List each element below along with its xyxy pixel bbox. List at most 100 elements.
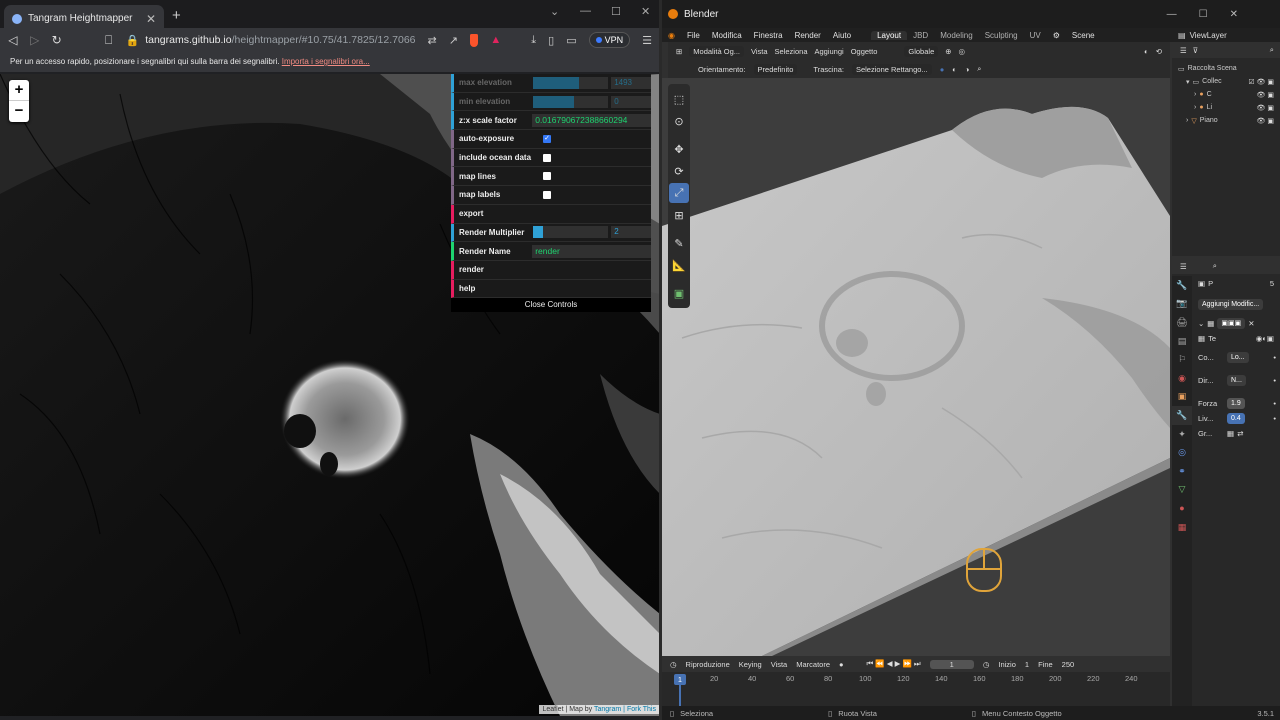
record-icon[interactable]: ● (839, 660, 844, 669)
mode-dropdown[interactable]: Modalità Og... (689, 45, 744, 57)
annotate-tool-icon[interactable]: ✎ (669, 233, 689, 253)
outliner-item-plane[interactable]: › ▽ Piano 👁 ▣ (1172, 114, 1280, 127)
address-bar[interactable]: 🔒 tangrams.github.io/heightmapper/#10.75… (126, 30, 416, 50)
import-bookmarks-link[interactable]: Importa i segnalibri ora... (282, 57, 370, 66)
shading-rendered-icon[interactable]: ◑ (965, 65, 970, 74)
forward-icon[interactable]: ▷ (30, 33, 40, 47)
ocean-checkbox[interactable] (543, 153, 551, 162)
view-menu[interactable]: Vista (751, 47, 768, 56)
expand-icon[interactable]: ▾ (1186, 78, 1190, 86)
export-button[interactable]: export (451, 204, 651, 224)
map-labels-checkbox[interactable] (543, 190, 551, 199)
menu-render[interactable]: Render (789, 31, 827, 40)
outliner-item-light[interactable]: › ● Li 👁 ▣ (1172, 101, 1280, 114)
scale-tool-icon[interactable]: ⤢ (669, 183, 689, 203)
reload-icon[interactable]: ↻ (52, 33, 62, 47)
workspace-tab-modeling[interactable]: Modeling (934, 31, 978, 40)
visibility-eye-icon[interactable]: ☑ 👁 ▣ (1248, 78, 1274, 86)
expand-icon[interactable]: › (1194, 91, 1196, 98)
close-window-icon[interactable]: ✕ (641, 5, 650, 18)
blender-window-controls-icon[interactable]: —☐✕ (1167, 9, 1260, 20)
render-tab-icon[interactable]: 📷 (1172, 295, 1192, 314)
add-menu[interactable]: Aggiungi (815, 47, 844, 56)
wallet-icon[interactable]: ▭ (566, 34, 576, 47)
cursor-tool-icon[interactable]: ⊙ (669, 111, 689, 131)
outliner-search-icon[interactable]: ⌕ (1270, 45, 1274, 55)
zoom-in-button[interactable]: + (9, 80, 29, 101)
shading-material-icon[interactable]: ◐ (952, 65, 957, 74)
viewlayer-selector[interactable]: ▤ ViewLayer (1172, 28, 1280, 42)
scene-name[interactable]: Scene (1066, 31, 1101, 40)
render-name-input[interactable]: render (532, 244, 651, 258)
share-icon[interactable]: ↗ (449, 34, 458, 47)
bookmark-icon[interactable]: ⎕ (104, 33, 114, 48)
vertex-group-invert-icon[interactable]: ⇄ (1237, 429, 1243, 438)
editor-type-icon[interactable]: ⊞ (676, 47, 682, 56)
direction-anim-icon[interactable]: • (1273, 376, 1276, 385)
select-menu[interactable]: Seleziona (775, 47, 808, 56)
render-multiplier-input[interactable]: 2 (611, 226, 651, 239)
timeline-view-menu[interactable]: Vista (771, 660, 788, 669)
attribution-link[interactable]: Tangram | Fork This (594, 706, 656, 713)
outliner-filter-icon[interactable]: ⊽ (1193, 46, 1199, 55)
modifier-toggle-icons[interactable]: ◉◐▣ (1256, 334, 1274, 343)
overlay-icon[interactable]: ◐ (1144, 47, 1149, 56)
strength-field[interactable]: 1.9 (1227, 398, 1245, 409)
tab-search-icon[interactable]: ⌄ (550, 5, 559, 18)
coords-anim-icon[interactable]: • (1273, 353, 1276, 362)
end-frame-field[interactable]: 250 (1062, 660, 1075, 669)
help-button[interactable]: help (451, 279, 651, 299)
workspace-tab-layout[interactable]: Layout (871, 30, 908, 40)
new-tab-icon[interactable]: + (172, 7, 181, 24)
midlevel-field[interactable]: 0.4 (1227, 413, 1245, 424)
properties-type-icon[interactable]: ☰ (1180, 262, 1187, 271)
minimize-icon[interactable]: — (580, 5, 591, 17)
strength-anim-icon[interactable]: • (1273, 399, 1276, 408)
midlevel-anim-icon[interactable]: • (1273, 414, 1276, 423)
texture-tab-icon[interactable]: ▦ (1172, 518, 1192, 537)
select-box-tool-icon[interactable]: ⬚ (669, 89, 689, 109)
back-icon[interactable]: ◁ (8, 33, 18, 47)
start-frame-field[interactable]: 1 (1025, 660, 1029, 669)
max-elevation-slider[interactable] (532, 76, 609, 89)
menu-help[interactable]: Aiuto (827, 31, 857, 40)
maximize-icon[interactable]: ☐ (611, 5, 621, 18)
menu-file[interactable]: File (681, 31, 706, 40)
menu-icon[interactable]: ☰ (642, 34, 652, 47)
scene-tab-icon[interactable]: ⚐ (1172, 350, 1192, 369)
expand-icon[interactable]: › (1186, 117, 1188, 124)
visibility-eye-icon[interactable]: 👁 ▣ (1257, 91, 1274, 99)
gizmo-icon[interactable]: ⟲ (1156, 47, 1162, 56)
keying-menu[interactable]: Keying (739, 660, 762, 669)
direction-dropdown[interactable]: N... (1227, 375, 1246, 386)
map-lines-checkbox[interactable] (543, 172, 551, 181)
clock-icon[interactable]: ◷ (983, 660, 990, 669)
outliner-item-camera[interactable]: › ● C 👁 ▣ (1172, 88, 1280, 101)
output-tab-icon[interactable]: 🖨 (1172, 313, 1192, 332)
modifier-remove-icon[interactable]: ✕ (1248, 319, 1254, 328)
view-layer-tab-icon[interactable]: ▤ (1172, 332, 1192, 351)
blender-logo-menu-icon[interactable]: ◉ (662, 31, 681, 40)
playback-controls-icon[interactable]: ⏮ ⏪ ◀ ▶ ⏩ ⏭ (867, 659, 921, 669)
sidebar-icon[interactable]: ▯ (548, 34, 554, 47)
auto-exposure-checkbox[interactable]: ✓ (543, 134, 551, 143)
visibility-eye-icon[interactable]: 👁 ▣ (1257, 104, 1274, 112)
vertex-group-icon[interactable]: ▦ (1227, 429, 1234, 438)
workspace-tab-jbd[interactable]: JBD (907, 31, 934, 40)
max-elevation-input[interactable]: 1493 (611, 76, 651, 89)
translate-icon[interactable]: ⇄ (428, 34, 437, 47)
search-icon[interactable]: ⌕ (977, 64, 981, 74)
workspace-tab-uv[interactable]: UV (1024, 31, 1047, 40)
proportional-icon[interactable]: ◎ (959, 47, 966, 56)
timeline-ruler[interactable]: 20 40 60 80 100 120 140 160 180 200 220 … (662, 674, 1170, 688)
object-tab-icon[interactable]: ▣ (1172, 388, 1192, 407)
render-button[interactable]: render (451, 260, 651, 280)
rotate-tool-icon[interactable]: ⟳ (669, 161, 689, 181)
drag-dropdown[interactable]: Selezione Rettango... (851, 63, 932, 75)
world-tab-icon[interactable]: ◉ (1172, 369, 1192, 388)
measure-tool-icon[interactable]: 📐 (669, 255, 689, 275)
shading-solid-icon[interactable]: ● (940, 65, 945, 74)
workspace-tab-sculpting[interactable]: Sculpting (979, 31, 1024, 40)
outliner-type-icon[interactable]: ☰ (1180, 46, 1187, 55)
add-cube-tool-icon[interactable]: ▣ (669, 283, 689, 303)
